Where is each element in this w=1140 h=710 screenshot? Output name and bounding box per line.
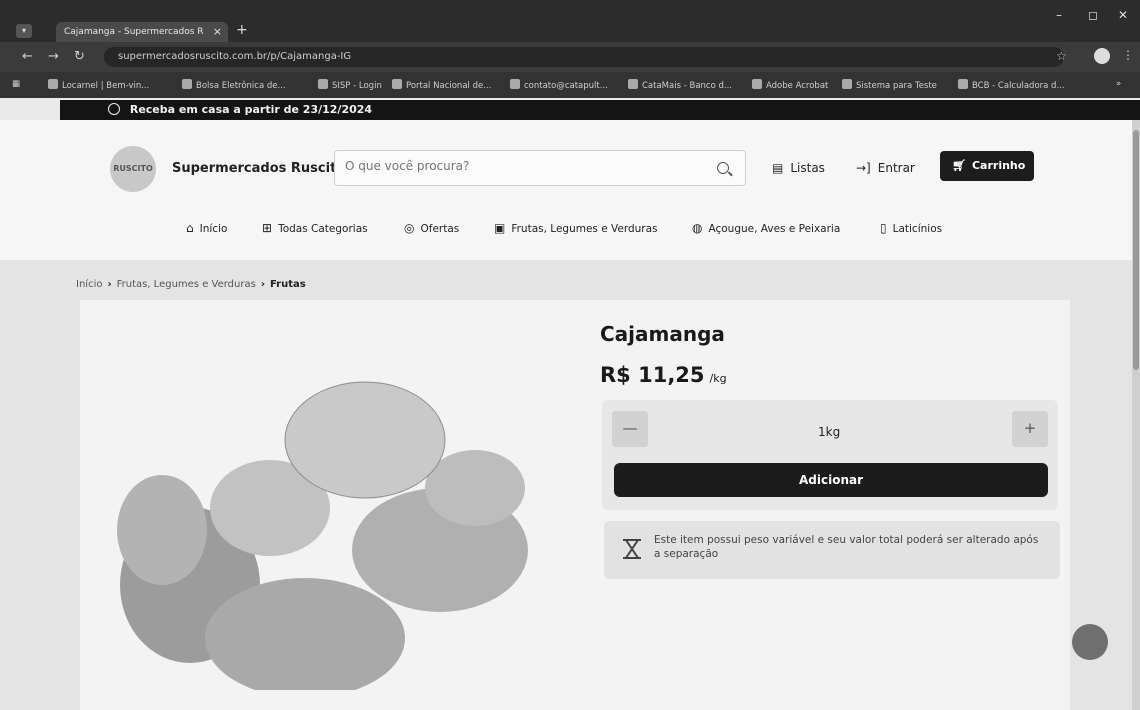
bookmark-favicon [48,79,58,89]
nav-inicio[interactable]: ⌂ Início [186,221,227,235]
forward-icon[interactable]: → [48,49,59,64]
add-to-cart-button[interactable]: Adicionar [614,463,1048,497]
price-unit: /kg [709,372,727,385]
bookmark-favicon [392,79,402,89]
login-label: Entrar [877,161,915,175]
scrollbar[interactable] [1132,120,1140,710]
product-image [117,381,528,690]
scale-icon [623,539,641,559]
search-input[interactable] [345,159,685,173]
bookmark-favicon [752,79,762,89]
search-icon[interactable] [717,162,729,174]
minimize-icon[interactable]: – [1056,8,1062,22]
tab-title: Cajamanga - Supermercados R [64,27,204,37]
product-price: R$ 11,25/kg [600,363,727,387]
cart-icon: 🛒︎ [952,159,966,172]
bookmark-favicon [628,79,638,89]
cart-label: Carrinho [971,159,1026,172]
browser-tab-strip: ▾ Cajamanga - Supermercados R × + – ◻ ✕ [0,0,1140,42]
bookmark-favicon [510,79,520,89]
bookmark-item[interactable]: BCB - Calculadora d... [958,79,1065,91]
login-icon: →] [856,161,871,175]
reload-icon[interactable]: ↻ [74,49,85,64]
decrease-quantity-button[interactable]: — [612,411,648,447]
breadcrumb-item[interactable]: Frutas, Legumes e Verduras [117,279,256,290]
meat-icon: ◍ [692,221,703,235]
product-title: Cajamanga [600,322,725,346]
increase-quantity-button[interactable]: + [1012,411,1048,447]
nav-ofertas[interactable]: ◎ Ofertas [404,221,459,235]
bookmark-item[interactable]: Portal Nacional de... [392,79,491,91]
close-tab-icon[interactable]: × [213,25,222,38]
store-name[interactable]: Supermercados Ruscito [172,161,345,176]
breadcrumb-current: Frutas [269,279,306,290]
delivery-banner: Receba em casa a partir de 23/12/2024 [60,100,1140,120]
site-header: RUSCITO Supermercados Ruscito ▤ Listas →]… [0,120,1140,260]
variable-weight-notice: Este item possui peso variável e seu val… [604,521,1060,579]
bookmark-favicon [842,79,852,89]
nav-acougue[interactable]: ◍ Açougue, Aves e Peixaria [692,221,840,235]
apps-icon[interactable]: ▦ [12,79,20,89]
bookmark-item[interactable]: SISP - Login [318,79,382,91]
nav-frutas[interactable]: ▣ Frutas, Legumes e Verduras [494,221,658,235]
search-box[interactable] [334,150,746,186]
offers-icon: ◎ [404,221,415,235]
milk-icon: ▯ [880,221,887,235]
bookmark-item[interactable]: CataMais - Banco d... [628,79,732,91]
nav-todas-categorias[interactable]: ⊞ Todas Categorias [262,221,368,235]
bookmark-item[interactable]: contato@catapult... [510,79,608,91]
chevron-right-icon: › [260,279,265,290]
chevron-right-icon: › [107,279,112,290]
bookmark-star-icon[interactable]: ☆ [1056,49,1067,63]
bookmark-item[interactable]: Sistema para Teste [842,79,937,91]
quantity-value: 1kg [818,425,841,439]
clock-icon [108,103,120,115]
tab-menu-icon[interactable]: ▾ [16,24,32,38]
more-bookmarks-icon[interactable]: » [1116,79,1121,89]
address-bar-row: ← → ↻ supermercadosruscito.com.br/p/Caja… [0,42,1140,72]
bookmark-favicon [958,79,968,89]
lists-link[interactable]: ▤ Listas [772,161,825,175]
bookmarks-bar: ▦ Locarnel | Bem-vin... Bolsa Eletrônica… [0,72,1140,98]
breadcrumb: Início › Frutas, Legumes e Verduras › Frutas [76,279,306,290]
login-link[interactable]: →] Entrar [856,161,915,175]
bookmark-item[interactable]: Locarnel | Bem-vin... [48,79,149,91]
notice-text: Este item possui peso variável e seu val… [654,534,1039,560]
url-field[interactable]: supermercadosruscito.com.br/p/Cajamanga-… [104,47,1064,67]
nav-laticinios[interactable]: ▯ Laticínios [880,221,942,235]
whatsapp-icon[interactable] [1072,624,1108,660]
close-window-icon[interactable]: ✕ [1118,8,1128,22]
grid-icon: ⊞ [262,221,273,235]
restore-icon[interactable]: ◻ [1088,8,1098,22]
store-logo[interactable]: RUSCITO [110,146,156,192]
delivery-text: Receba em casa a partir de 23/12/2024 [129,103,373,116]
bookmark-item[interactable]: Adobe Acrobat [752,79,828,91]
breadcrumb-item[interactable]: Início [76,279,102,290]
cart-button[interactable]: 🛒︎ Carrinho [940,151,1034,181]
home-icon: ⌂ [186,221,194,235]
list-icon: ▤ [772,161,784,175]
back-icon[interactable]: ← [22,49,33,64]
browser-tab[interactable]: Cajamanga - Supermercados R × [56,22,228,42]
bookmark-item[interactable]: Bolsa Eletrônica de... [182,79,286,91]
lists-label: Listas [790,161,825,175]
bookmark-favicon [182,79,192,89]
profile-icon[interactable] [1094,48,1110,64]
price-value: R$ 11,25 [600,363,705,387]
screen: ▾ Cajamanga - Supermercados R × + – ◻ ✕ … [0,0,1140,710]
new-tab-icon[interactable]: + [236,22,248,38]
bookmark-favicon [318,79,328,89]
basket-icon: ▣ [494,221,506,235]
url-text: supermercadosruscito.com.br/p/Cajamanga-… [118,51,352,62]
browser-menu-icon[interactable]: ⋮ [1122,48,1134,62]
